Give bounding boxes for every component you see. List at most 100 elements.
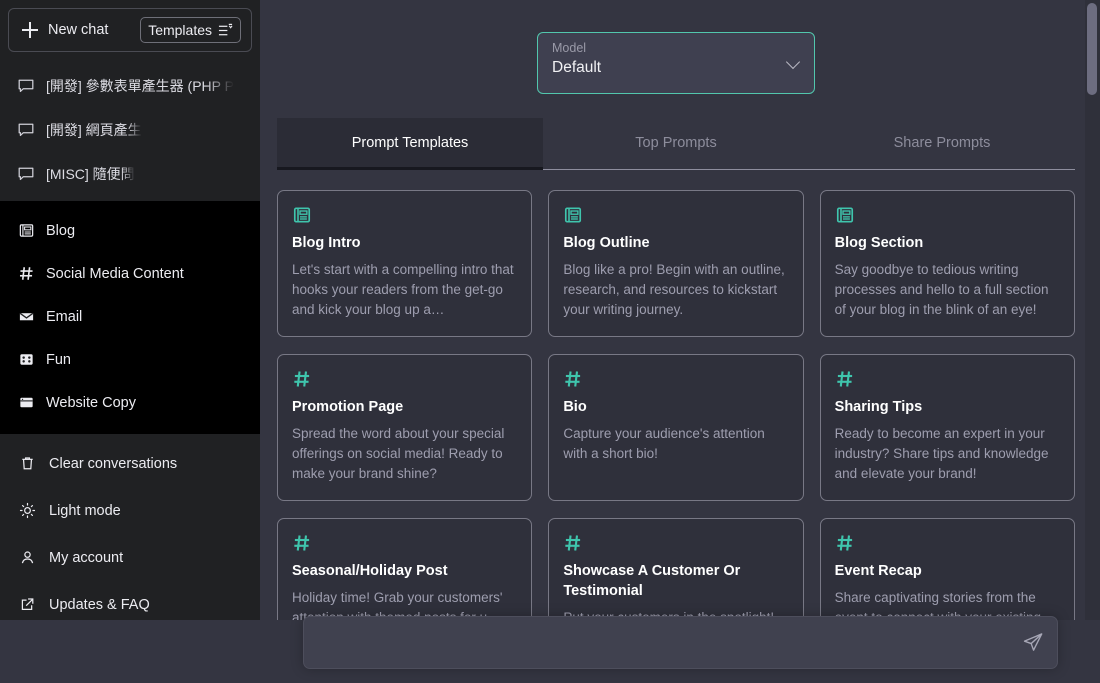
conversation-label: [開發] 參數表單產生器 (PHP P bbox=[46, 76, 234, 96]
conversation-label: [開發] 網頁產生 bbox=[46, 120, 142, 140]
card-description: Spread the word about your special offer… bbox=[292, 424, 517, 484]
hash-icon bbox=[563, 533, 583, 553]
card-icon-slot bbox=[292, 205, 517, 227]
model-select-label: Model bbox=[552, 41, 800, 56]
card-icon-slot bbox=[563, 369, 788, 391]
card-title: Seasonal/Holiday Post bbox=[292, 561, 517, 581]
dice-icon bbox=[18, 351, 35, 368]
tab-bar: Prompt Templates Top Prompts Share Promp… bbox=[277, 118, 1075, 170]
conversation-list: [開發] 參數表單產生器 (PHP P [開發] 網頁產生 [MISC] 隨便問 bbox=[0, 60, 260, 196]
category-label: Social Media Content bbox=[46, 266, 184, 282]
message-input[interactable] bbox=[304, 617, 1004, 668]
trash-icon bbox=[19, 455, 36, 472]
card-title: Event Recap bbox=[835, 561, 1060, 581]
card-title: Blog Section bbox=[835, 233, 1060, 253]
list-settings-icon bbox=[218, 23, 233, 38]
sidebar-item-social-media-content[interactable]: Social Media Content bbox=[0, 252, 260, 295]
newspaper-icon bbox=[835, 205, 855, 225]
chevron-down-icon bbox=[788, 57, 800, 69]
tab-label: Share Prompts bbox=[894, 135, 991, 151]
templates-button[interactable]: Templates bbox=[140, 17, 241, 43]
tab-label: Prompt Templates bbox=[352, 135, 469, 151]
card-title: Bio bbox=[563, 397, 788, 417]
category-label: Fun bbox=[46, 352, 71, 368]
card-icon-slot bbox=[563, 205, 788, 227]
template-card[interactable]: Blog Section Say goodbye to tedious writ… bbox=[820, 190, 1075, 337]
browser-window-icon bbox=[18, 394, 35, 411]
send-button[interactable] bbox=[1021, 631, 1045, 655]
app-root: New chat Templates [開發] bbox=[0, 0, 1100, 683]
chat-bubble-icon bbox=[18, 122, 34, 138]
template-card[interactable]: Blog Outline Blog like a pro! Begin with… bbox=[548, 190, 803, 337]
model-selector-row: Model Default bbox=[270, 0, 1082, 94]
conversation-item[interactable]: [MISC] 隨便問 bbox=[8, 152, 252, 196]
plus-icon bbox=[22, 22, 38, 38]
template-card[interactable]: Promotion Page Spread the word about you… bbox=[277, 354, 532, 501]
new-chat-button[interactable]: New chat Templates bbox=[8, 8, 252, 52]
card-icon-slot bbox=[835, 533, 1060, 555]
model-select-value: Default bbox=[552, 57, 800, 79]
category-label: Blog bbox=[46, 223, 75, 239]
external-link-icon bbox=[19, 596, 36, 613]
bottom-item-label: Updates & FAQ bbox=[49, 597, 150, 613]
hash-icon bbox=[835, 533, 855, 553]
card-title: Blog Intro bbox=[292, 233, 517, 253]
bottom-item-label: My account bbox=[49, 550, 123, 566]
my-account-button[interactable]: My account bbox=[8, 534, 252, 581]
card-description: Let's start with a compelling intro that… bbox=[292, 260, 517, 320]
card-description: Blog like a pro! Begin with an outline, … bbox=[563, 260, 788, 320]
tab-top-prompts[interactable]: Top Prompts bbox=[543, 118, 809, 170]
sidebar-item-website-copy[interactable]: Website Copy bbox=[0, 381, 260, 424]
template-card[interactable]: Sharing Tips Ready to become an expert i… bbox=[820, 354, 1075, 501]
card-title: Sharing Tips bbox=[835, 397, 1060, 417]
card-icon-slot bbox=[835, 205, 1060, 227]
card-title: Showcase A Customer Or Testimonial bbox=[563, 561, 788, 601]
conversation-item[interactable]: [開發] 網頁產生 bbox=[8, 108, 252, 152]
newspaper-icon bbox=[292, 205, 312, 225]
hash-icon bbox=[835, 369, 855, 389]
category-label: Website Copy bbox=[46, 395, 136, 411]
card-title: Blog Outline bbox=[563, 233, 788, 253]
card-description: Ready to become an expert in your indust… bbox=[835, 424, 1060, 484]
tab-label: Top Prompts bbox=[635, 135, 716, 151]
sun-icon bbox=[19, 502, 36, 519]
card-description: Say goodbye to tedious writing processes… bbox=[835, 260, 1060, 320]
sidebar-header: New chat Templates bbox=[0, 0, 260, 60]
chat-bubble-icon bbox=[18, 78, 34, 94]
hash-icon bbox=[292, 533, 312, 553]
card-icon-slot bbox=[835, 369, 1060, 391]
conversation-item[interactable]: [開發] 參數表單產生器 (PHP P bbox=[8, 64, 252, 108]
card-icon-slot bbox=[292, 533, 517, 555]
main-scrollbar[interactable] bbox=[1085, 0, 1100, 683]
scrollbar-thumb[interactable] bbox=[1087, 3, 1097, 95]
composer-area bbox=[0, 620, 1100, 683]
light-mode-button[interactable]: Light mode bbox=[8, 487, 252, 534]
hash-icon bbox=[563, 369, 583, 389]
conversation-label: [MISC] 隨便問 bbox=[46, 164, 135, 184]
model-select[interactable]: Model Default bbox=[537, 32, 815, 94]
sidebar: New chat Templates [開發] bbox=[0, 0, 260, 683]
bottom-item-label: Clear conversations bbox=[49, 456, 177, 472]
composer bbox=[303, 616, 1058, 669]
card-icon-slot bbox=[563, 533, 788, 555]
card-description: Capture your audience's attention with a… bbox=[563, 424, 788, 464]
newspaper-icon bbox=[563, 205, 583, 225]
main-content: Model Default Prompt Templates Top Promp… bbox=[260, 0, 1100, 661]
hash-icon bbox=[292, 369, 312, 389]
sidebar-item-fun[interactable]: Fun bbox=[0, 338, 260, 381]
chat-bubble-icon bbox=[18, 166, 34, 182]
clear-conversations-button[interactable]: Clear conversations bbox=[8, 440, 252, 487]
card-title: Promotion Page bbox=[292, 397, 517, 417]
template-card[interactable]: Blog Intro Let's start with a compelling… bbox=[277, 190, 532, 337]
sidebar-item-email[interactable]: Email bbox=[0, 295, 260, 338]
templates-label: Templates bbox=[148, 22, 212, 38]
tab-prompt-templates[interactable]: Prompt Templates bbox=[277, 118, 543, 170]
main-panel: Model Default Prompt Templates Top Promp… bbox=[260, 0, 1100, 683]
hash-icon bbox=[18, 265, 35, 282]
tab-share-prompts[interactable]: Share Prompts bbox=[809, 118, 1075, 170]
template-card[interactable]: Bio Capture your audience's attention wi… bbox=[548, 354, 803, 501]
category-label: Email bbox=[46, 309, 82, 325]
category-list: Blog Social Media Content Email bbox=[0, 201, 260, 434]
bottom-item-label: Light mode bbox=[49, 503, 121, 519]
sidebar-item-blog[interactable]: Blog bbox=[0, 209, 260, 252]
